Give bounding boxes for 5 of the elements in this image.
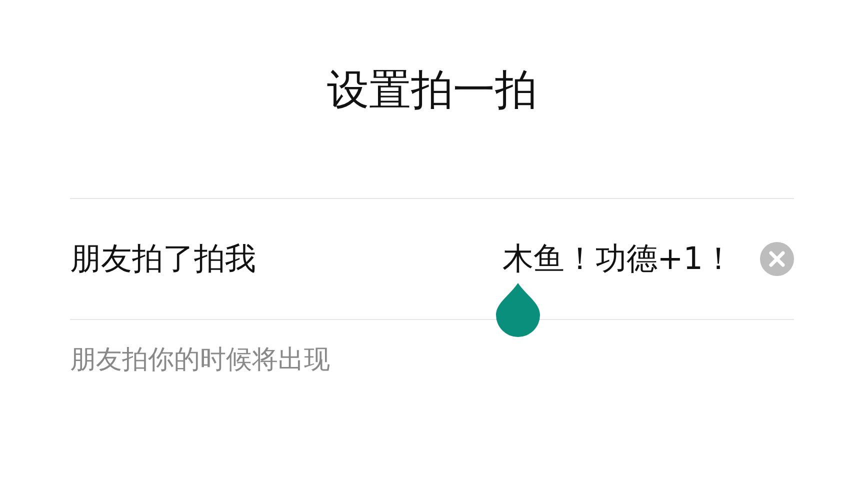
input-field[interactable]: 木鱼！功德+1！ <box>256 238 760 280</box>
hint-text: 朋友拍你的时候将出现 <box>70 344 331 377</box>
page-title: 设置拍一拍 <box>326 64 538 116</box>
cursor-handle[interactable] <box>496 283 540 337</box>
field-label: 朋友拍了拍我 <box>70 240 256 279</box>
